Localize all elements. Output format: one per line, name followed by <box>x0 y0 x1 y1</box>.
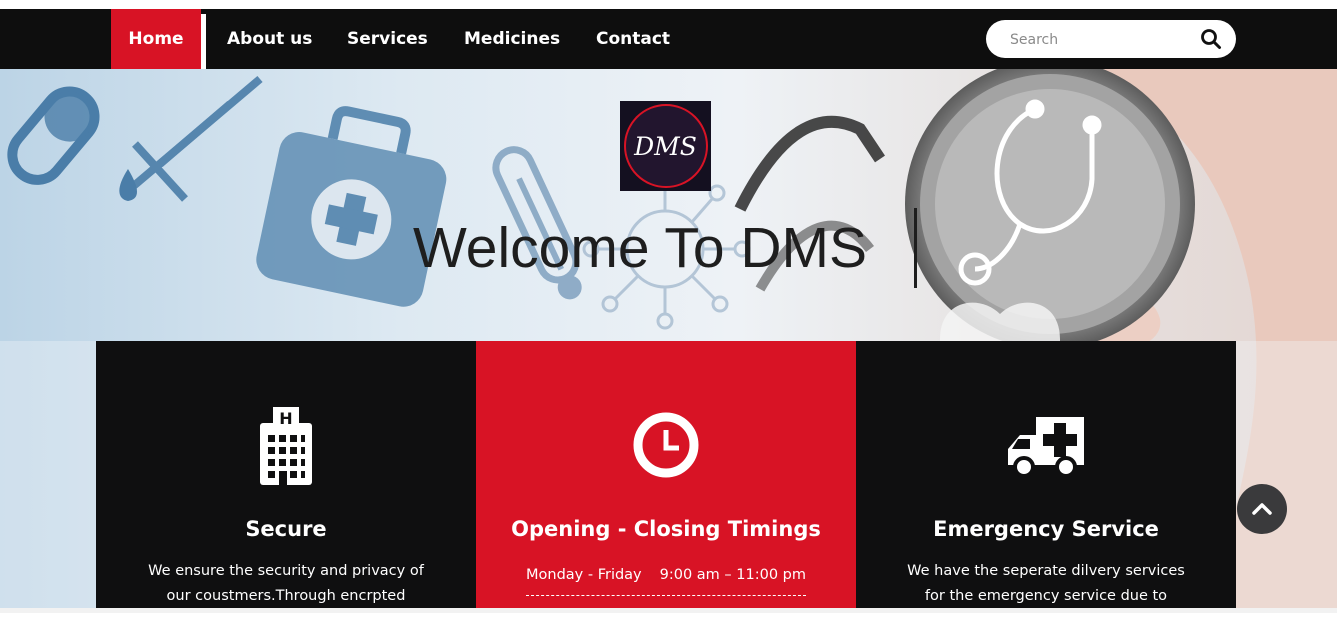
nav-contact[interactable]: Contact <box>596 9 670 69</box>
feature-card-secure: H Secure We ensure the security and priv… <box>96 341 476 613</box>
card-text-line: our coustmers.Through encrpted <box>166 588 406 604</box>
card-title: Emergency Service <box>933 517 1159 541</box>
chevron-up-icon <box>1252 503 1272 515</box>
card-title: Opening - Closing Timings <box>511 517 821 541</box>
nav-medicines[interactable]: Medicines <box>464 9 560 69</box>
hospital-icon: H <box>260 407 312 485</box>
card-text-line: We ensure the security and privacy of <box>148 563 424 579</box>
dms-logo-text: DMS <box>623 104 708 188</box>
card-text-line: We have the seperate dilvery services <box>907 563 1185 579</box>
timing-row: Monday - Friday 9:00 am – 11:00 pm <box>526 567 806 596</box>
timing-day: Monday - Friday <box>526 567 642 583</box>
feature-card-timings: Opening - Closing Timings Monday - Frida… <box>476 341 856 613</box>
feature-card-emergency: Emergency Service We have the seperate d… <box>856 341 1236 629</box>
nav-active-indicator <box>201 14 206 73</box>
ambulance-icon <box>1008 417 1084 478</box>
card-text: We ensure the security and privacy of ou… <box>146 559 426 609</box>
search-icon[interactable] <box>1200 28 1222 50</box>
search-input[interactable] <box>1008 20 1192 60</box>
svg-text:H: H <box>279 409 292 428</box>
top-strip <box>0 0 1337 9</box>
typing-caret <box>914 208 917 288</box>
nav-about-us[interactable]: About us <box>227 9 312 69</box>
search-box <box>986 20 1236 60</box>
dms-logo[interactable]: DMS <box>620 101 711 191</box>
page-bottom-edge <box>0 608 1337 613</box>
card-text: We have the seperate dilvery services fo… <box>906 559 1186 634</box>
timing-hours: 9:00 am – 11:00 pm <box>659 567 806 583</box>
nav-home[interactable]: Home <box>111 9 201 69</box>
clock-icon <box>633 412 699 478</box>
card-title: Secure <box>245 517 327 541</box>
scroll-to-top-button[interactable] <box>1237 484 1287 534</box>
hero-title: Welcome To DMS <box>413 216 868 280</box>
nav-services[interactable]: Services <box>347 9 428 69</box>
